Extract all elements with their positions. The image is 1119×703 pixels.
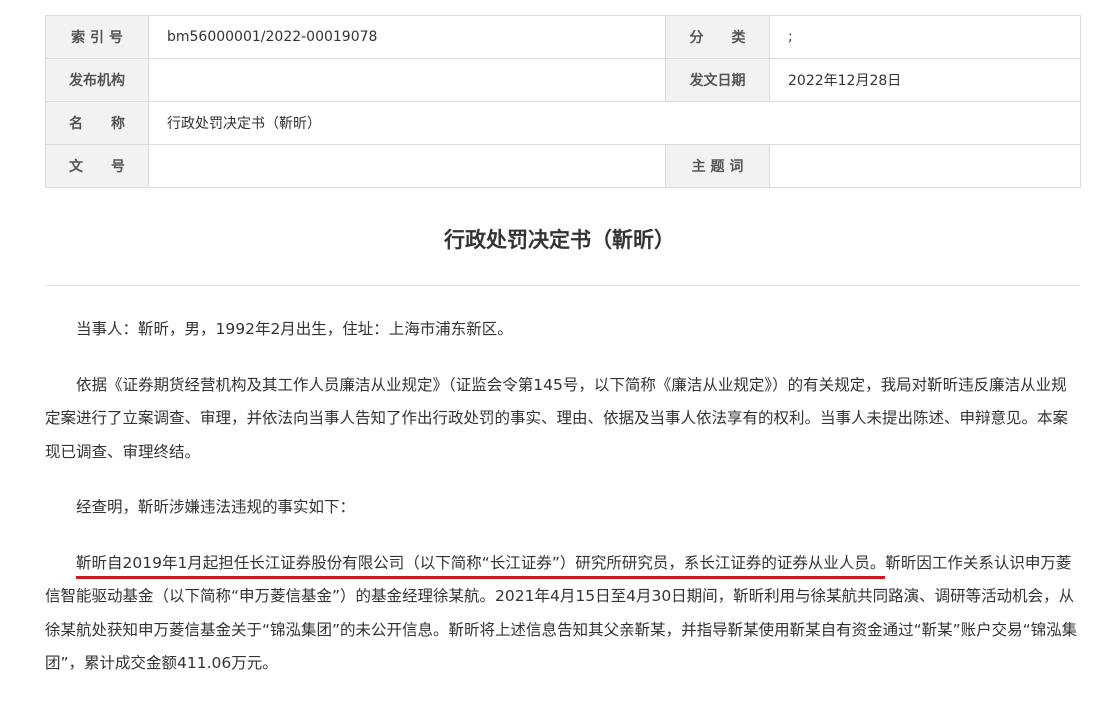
publisher-value [148, 58, 666, 102]
document-body: 当事人：靳昕，男，1992年2月出生，住址：上海市浦东新区。 依据《证券期货经营… [45, 313, 1082, 703]
publisher-label: 发布机构 [45, 58, 149, 102]
party-paragraph: 当事人：靳昕，男，1992年2月出生，住址：上海市浦东新区。 [76, 320, 513, 338]
date-label: 发文日期 [665, 58, 770, 102]
subject-value [769, 144, 1081, 188]
meta-row: 文 号 主 题 词 [45, 144, 1081, 188]
date-value: 2022年12月28日 [769, 58, 1081, 102]
docno-value [148, 144, 666, 188]
document-metadata-table: 索 引 号 bm56000001/2022-00019078 分 类 ; 发布机… [45, 15, 1081, 188]
index-value: bm56000001/2022-00019078 [148, 15, 666, 59]
subject-label: 主 题 词 [665, 144, 770, 188]
meta-row: 发布机构 发文日期 2022年12月28日 [45, 58, 1081, 102]
document-title: 行政处罚决定书（靳昕） [444, 228, 675, 252]
docno-label: 文 号 [45, 144, 149, 188]
title-divider [45, 285, 1080, 286]
highlighted-sentence: 靳昕自2019年1月起担任长江证券股份有限公司（以下简称“长江证券”）研究所研究… [76, 553, 886, 579]
facts-paragraph: 靳昕自2019年1月起担任长江证券股份有限公司（以下简称“长江证券”）研究所研究… [45, 547, 1082, 681]
meta-row: 名 称 行政处罚决定书（靳昕） [45, 101, 1081, 145]
meta-row: 索 引 号 bm56000001/2022-00019078 分 类 ; [45, 15, 1081, 59]
index-label: 索 引 号 [45, 15, 149, 59]
name-value: 行政处罚决定书（靳昕） [148, 101, 1081, 145]
category-value: ; [769, 15, 1081, 59]
category-label: 分 类 [665, 15, 770, 59]
findings-intro-paragraph: 经查明，靳昕涉嫌违法违规的事实如下： [76, 498, 356, 516]
name-label: 名 称 [45, 101, 149, 145]
basis-paragraph: 依据《证券期货经营机构及其工作人员廉洁从业规定》（证监会令第145号，以下简称《… [45, 375, 1069, 461]
